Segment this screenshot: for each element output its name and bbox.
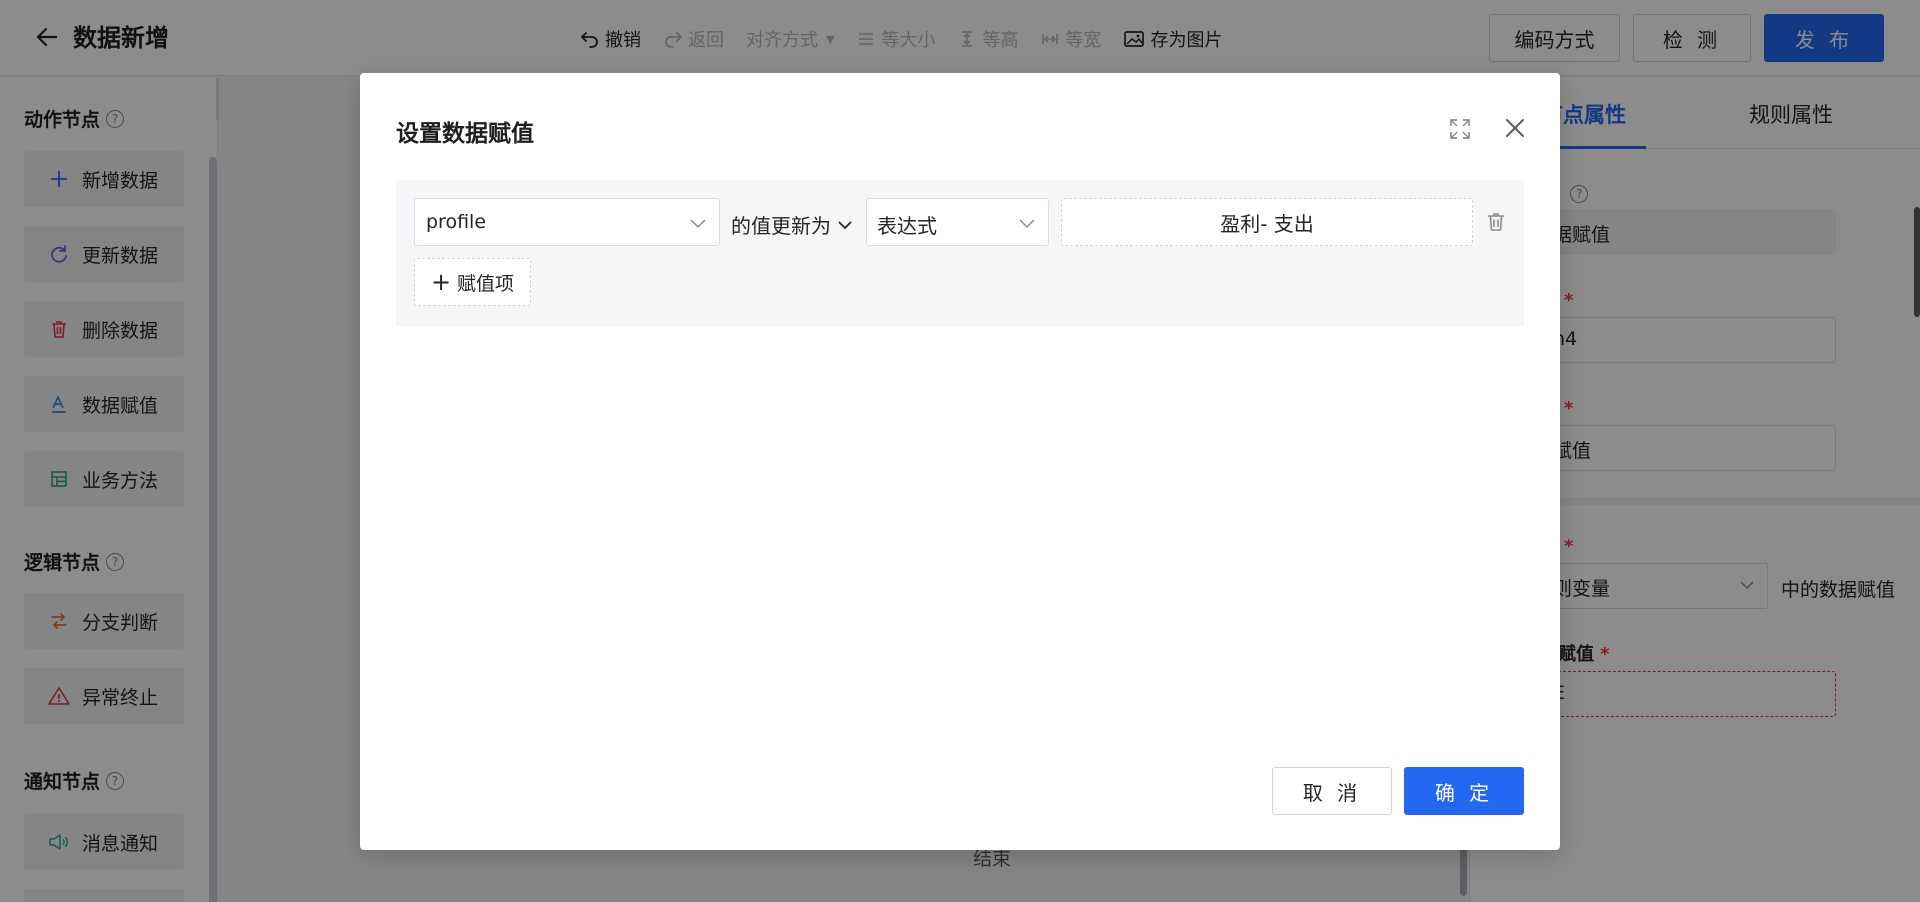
assign-data-dialog: 设置数据赋值 profile 的值更新为 表达式 盈利- 支出 + 赋值项 取	[360, 73, 1560, 850]
chevron-down-icon	[838, 220, 852, 229]
trash-icon[interactable]	[1485, 211, 1507, 233]
value-type-value: 表达式	[877, 214, 937, 238]
chevron-down-icon	[690, 219, 706, 229]
confirm-button[interactable]: 确 定	[1404, 767, 1524, 815]
assignment-list: profile 的值更新为 表达式 盈利- 支出 + 赋值项	[396, 180, 1524, 326]
plus-icon: +	[430, 268, 452, 296]
expression-value: 盈利- 支出	[1220, 211, 1314, 236]
add-assignment-button[interactable]: + 赋值项	[414, 258, 531, 306]
operator-dropdown[interactable]: 的值更新为	[731, 210, 853, 239]
dialog-title: 设置数据赋值	[396, 121, 534, 147]
target-field-value: profile	[426, 211, 487, 233]
operator-label: 的值更新为	[731, 214, 831, 238]
target-field-select[interactable]: profile	[414, 198, 720, 246]
cancel-button[interactable]: 取 消	[1272, 767, 1392, 815]
fullscreen-icon[interactable]	[1448, 117, 1472, 141]
add-assignment-label: 赋值项	[457, 272, 515, 295]
value-type-select[interactable]: 表达式	[866, 198, 1049, 246]
expression-input[interactable]: 盈利- 支出	[1061, 198, 1473, 246]
chevron-down-icon	[1019, 219, 1035, 229]
close-icon[interactable]	[1502, 115, 1528, 141]
